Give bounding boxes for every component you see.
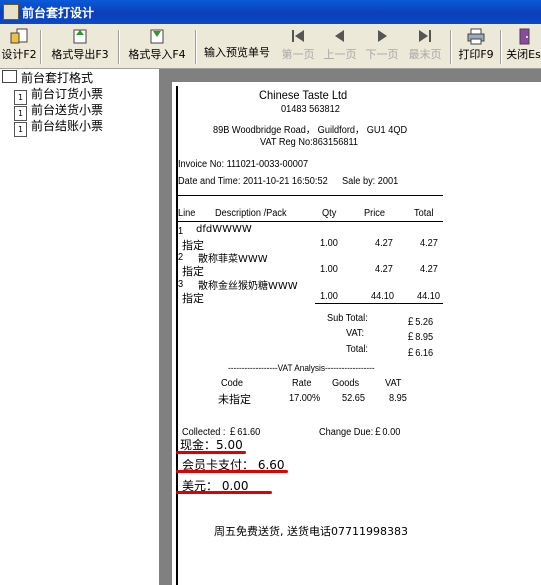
divider xyxy=(315,303,443,304)
input-preview-number-button[interactable]: 输入预览单号 xyxy=(199,26,275,66)
col-line: Line xyxy=(178,208,196,219)
item-description: 散称菲菜WWW xyxy=(198,254,268,265)
item-pack: 指定 xyxy=(182,292,204,305)
format-tree-panel: 前台套打格式 1 前台订货小票 1 前台送货小票 1 前台结账小票 xyxy=(0,69,160,585)
highlight-underline xyxy=(176,470,288,473)
vat-analysis-title: ------------------VAT Analysis----------… xyxy=(228,363,375,373)
footer-note: 周五免费送货, 送货电话07711998383 xyxy=(214,525,408,538)
tree-item-delivery-receipt[interactable]: 1 前台送货小票 xyxy=(14,102,103,121)
vat-col-goods: Goods xyxy=(332,378,360,389)
next-page-icon xyxy=(378,30,387,42)
vat-label: VAT: xyxy=(346,328,365,339)
first-page-icon xyxy=(292,30,304,42)
total-label: Total: xyxy=(346,344,368,355)
design-icon xyxy=(10,28,28,44)
vat-col-vat: VAT xyxy=(385,378,402,389)
close-button[interactable]: 关闭Es xyxy=(506,26,541,66)
document-icon: 1 xyxy=(14,122,27,137)
item-line: 2 xyxy=(178,252,184,263)
vat-col-code: Code xyxy=(221,378,243,389)
export-icon xyxy=(73,29,87,44)
divider xyxy=(176,195,443,196)
item-description: 散称金丝猴奶糖WWW xyxy=(198,281,298,292)
tree-item-order-receipt[interactable]: 1 前台订货小票 xyxy=(14,86,103,105)
subtotal-label: Sub Total: xyxy=(327,313,368,324)
exit-door-icon xyxy=(519,28,529,45)
design-button[interactable]: 设计F2 xyxy=(0,26,38,66)
print-button[interactable]: 打印F9 xyxy=(455,26,497,66)
tree-item-checkout-receipt[interactable]: 1 前台结账小票 xyxy=(14,118,103,137)
highlight-underline xyxy=(176,491,272,494)
toolbar: 设计F2 格式导出F3 格式导入F4 输入预览单号 第一页 上一页 下一页 最末… xyxy=(0,24,541,69)
first-page-button[interactable]: 第一页 xyxy=(278,26,318,66)
toolbar-separator xyxy=(40,30,42,64)
prev-page-button[interactable]: 上一页 xyxy=(320,26,360,66)
item-description: dfdWWWW xyxy=(196,224,252,235)
vat-row-rate: 17.00% xyxy=(289,393,321,404)
sale-by: Sale by: 2001 xyxy=(342,176,399,187)
export-format-button[interactable]: 格式导出F3 xyxy=(45,26,115,66)
toolbar-separator xyxy=(500,30,502,64)
company-name: Chinese Taste Ltd xyxy=(259,88,348,102)
item-total: 4.27 xyxy=(420,264,438,275)
item-qty: 1.00 xyxy=(320,264,338,275)
highlight-underline xyxy=(176,451,246,454)
app-icon xyxy=(3,4,19,20)
window-title: 前台套打设计 xyxy=(22,6,95,20)
item-total: 4.27 xyxy=(420,238,438,249)
divider xyxy=(176,221,443,222)
invoice-number: Invoice No: 111021-0033-00007 xyxy=(178,159,309,170)
tree-root[interactable]: 前台套打格式 xyxy=(2,70,93,86)
vat-col-rate: Rate xyxy=(292,378,312,389)
date-time: Date and Time: 2011-10-21 16:50:52 xyxy=(178,176,328,187)
last-page-icon xyxy=(419,30,431,42)
prev-page-icon xyxy=(335,30,344,42)
vat-reg-number: VAT Reg No:863156811 xyxy=(260,137,359,148)
col-description: Description /Pack xyxy=(215,208,287,219)
toolbar-separator xyxy=(450,30,452,64)
toolbar-separator xyxy=(118,30,120,64)
company-address: 89B Woodbridge Road， Guildford， GU1 4QD xyxy=(213,125,408,136)
item-qty: 1.00 xyxy=(320,291,338,302)
title-bar: 前台套打设计 xyxy=(0,0,541,24)
printer-icon xyxy=(467,28,485,45)
item-line: 1 xyxy=(178,226,184,237)
next-page-button[interactable]: 下一页 xyxy=(362,26,402,66)
col-qty: Qty xyxy=(322,208,337,219)
toolbar-separator xyxy=(195,30,197,64)
vat-row-goods: 52.65 xyxy=(342,393,366,404)
last-page-button[interactable]: 最末页 xyxy=(405,26,445,66)
vat-row-vat: 8.95 xyxy=(389,393,407,404)
item-price: 4.27 xyxy=(375,264,393,275)
total-value: ￡6.16 xyxy=(406,348,434,359)
folder-icon xyxy=(2,70,17,83)
item-line: 3 xyxy=(178,279,184,290)
company-phone: 01483 563812 xyxy=(281,104,340,115)
subtotal-value: ￡5.26 xyxy=(406,317,434,328)
vat-value: ￡8.95 xyxy=(406,332,434,343)
col-price: Price xyxy=(364,208,385,219)
item-qty: 1.00 xyxy=(320,238,338,249)
change-due: Change Due:￡0.00 xyxy=(319,427,401,438)
vat-row-code: 未指定 xyxy=(218,393,251,406)
import-icon xyxy=(150,29,164,44)
import-format-button[interactable]: 格式导入F4 xyxy=(122,26,192,66)
item-price: 4.27 xyxy=(375,238,393,249)
item-price: 44.10 xyxy=(371,291,395,302)
item-total: 44.10 xyxy=(417,291,441,302)
col-total: Total xyxy=(414,208,434,219)
